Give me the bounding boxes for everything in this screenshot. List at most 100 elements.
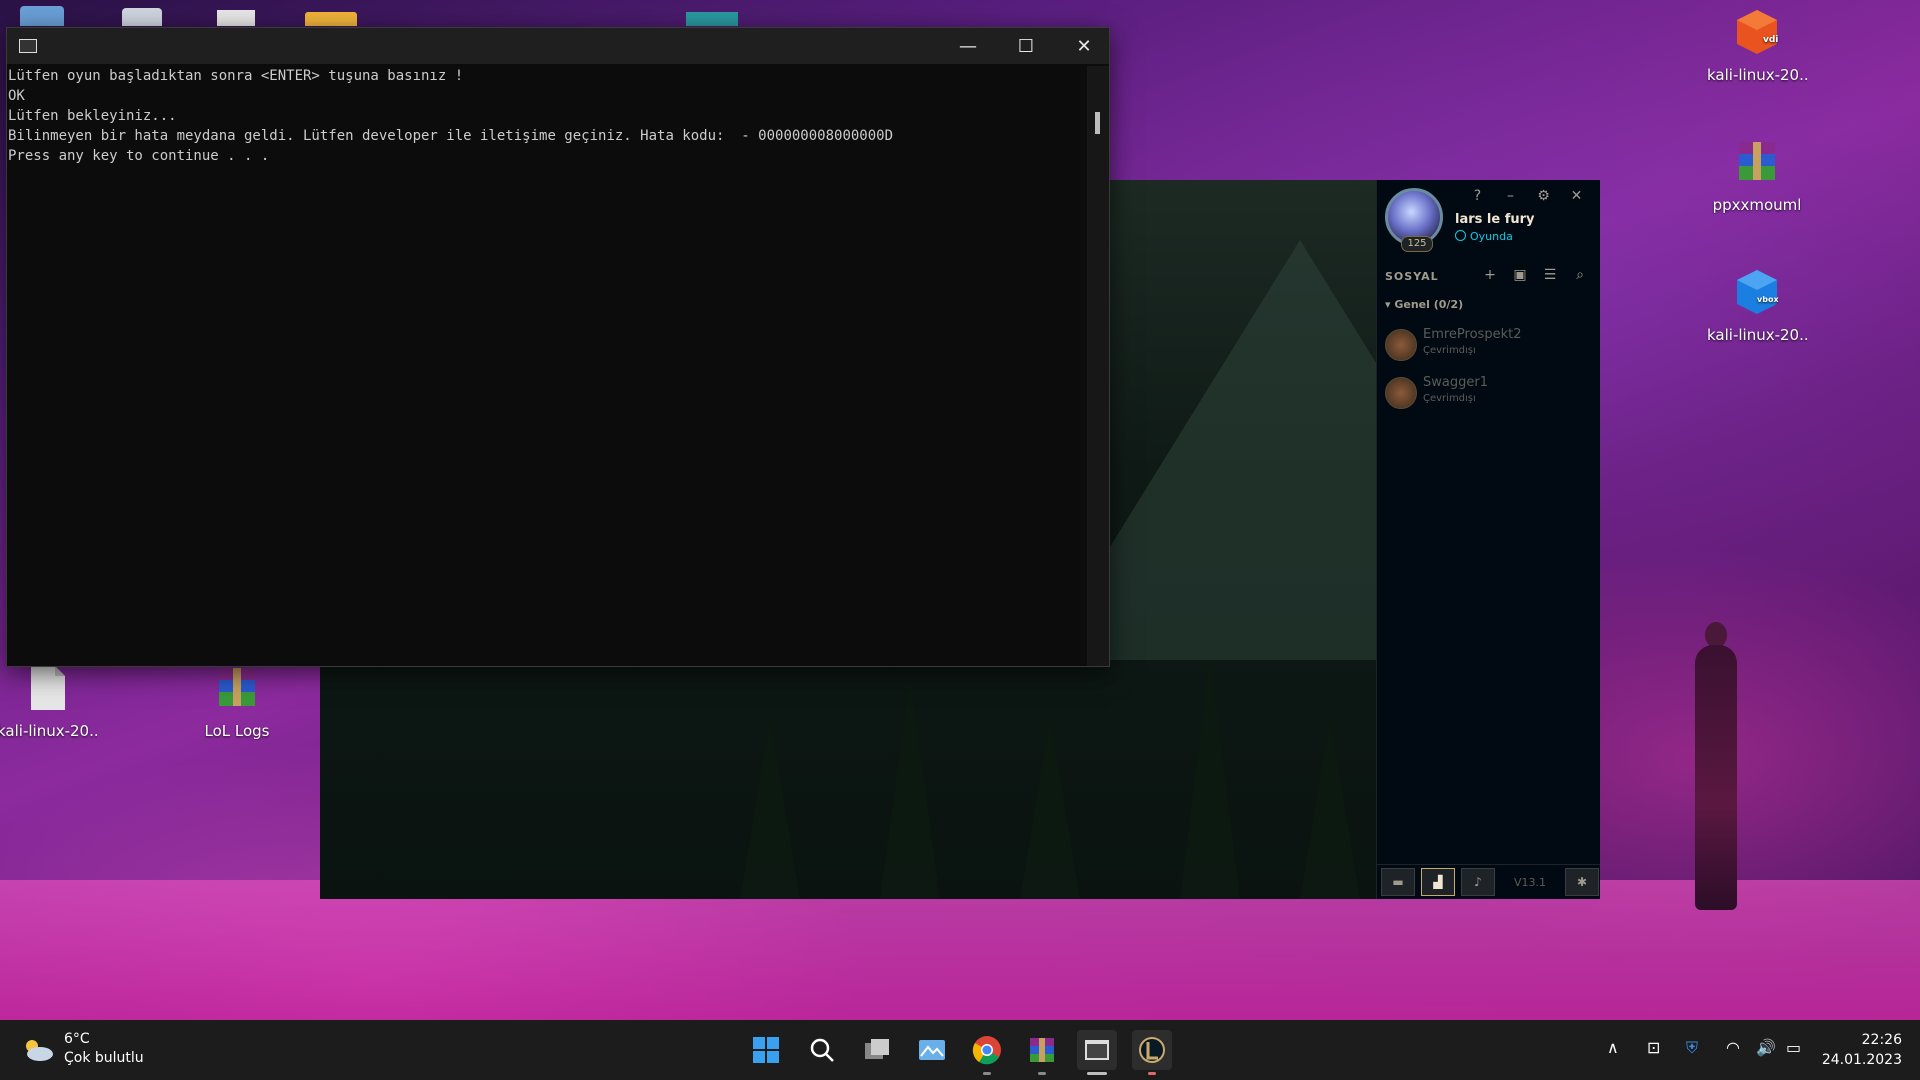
desktop-icon-kali-file[interactable]: kali-linux-20... xyxy=(0,664,97,740)
summoner-status[interactable]: Oyunda xyxy=(1455,230,1513,243)
voice-button[interactable]: ♪ xyxy=(1461,868,1495,896)
console-output[interactable]: Lütfen oyun başladıktan sonra <ENTER> tu… xyxy=(7,66,1087,666)
summoner-status-label: Oyunda xyxy=(1470,230,1513,243)
minimize-button[interactable]: — xyxy=(939,28,997,64)
chrome-icon xyxy=(972,1036,1001,1065)
client-background-tree xyxy=(1020,719,1080,899)
friend-name: EmreProspekt2 xyxy=(1423,327,1522,342)
social-icon: ▟ xyxy=(1433,875,1443,889)
desktop-icon-label: kali-linux-20... xyxy=(0,722,97,740)
friend-item[interactable]: Swagger1 Çevrimdışı xyxy=(1385,371,1595,415)
battery-icon[interactable]: ▭ xyxy=(1786,1038,1801,1057)
friend-group-label: Genel (0/2) xyxy=(1394,298,1464,311)
desktop-icon-lol-logs[interactable]: LoL Logs xyxy=(187,664,287,740)
social-title: SOSYAL xyxy=(1385,270,1439,283)
search-icon xyxy=(810,1038,834,1062)
friend-status: Çevrimdışı xyxy=(1423,345,1476,356)
weather-description: Çok bulutlu xyxy=(64,1050,144,1066)
list-view-icon[interactable]: ☰ xyxy=(1535,267,1565,283)
taskbar-app-console[interactable] xyxy=(1077,1030,1117,1070)
taskbar-app-chrome[interactable] xyxy=(967,1030,1007,1070)
console-scrollbar[interactable] xyxy=(1087,66,1109,666)
desktop-icon-partial-4[interactable] xyxy=(305,12,357,26)
console-app-icon xyxy=(19,39,37,53)
maximize-icon: ☐ xyxy=(1017,35,1035,57)
maximize-button[interactable]: ☐ xyxy=(997,28,1055,64)
help-icon[interactable]: ? xyxy=(1461,188,1494,204)
close-button[interactable]: ✕ xyxy=(1055,28,1113,64)
running-indicator xyxy=(1038,1072,1046,1075)
weather-temperature: 6°C xyxy=(64,1031,90,1047)
console-app-icon xyxy=(1085,1040,1109,1060)
friend-group-header[interactable]: ▾ Genel (0/2) xyxy=(1385,298,1463,311)
show-hidden-icons-chevron-icon[interactable]: ∧ xyxy=(1607,1038,1619,1057)
winrar-archive-icon xyxy=(219,668,255,706)
console-line: Bilinmeyen bir hata meydana geldi. Lütfe… xyxy=(8,128,894,144)
console-line: Lütfen oyun başladıktan sonra <ENTER> tu… xyxy=(8,68,464,84)
svg-text:vbox: vbox xyxy=(1757,295,1779,304)
desktop-icon-partial-1[interactable] xyxy=(20,6,64,26)
search-button[interactable] xyxy=(802,1030,842,1070)
microphone-icon: ♪ xyxy=(1474,875,1482,889)
friend-avatar xyxy=(1385,377,1417,409)
client-background-tree xyxy=(1300,719,1360,899)
svg-text:vdi: vdi xyxy=(1763,35,1778,45)
chevron-down-icon: ▾ xyxy=(1385,298,1395,311)
desktop-icon-ppxxmouml[interactable]: ppxxmouml xyxy=(1707,138,1807,214)
volume-icon[interactable]: 🔊 xyxy=(1756,1038,1776,1057)
security-shield-icon[interactable]: ⛨ xyxy=(1686,1038,1698,1058)
windows-start-icon xyxy=(753,1037,779,1063)
taskbar-app-winrar[interactable] xyxy=(1022,1030,1062,1070)
clock-time: 22:26 xyxy=(1861,1032,1902,1048)
status-dot-icon xyxy=(1455,230,1466,241)
console-titlebar[interactable]: — ☐ ✕ xyxy=(7,28,1109,64)
friend-item[interactable]: EmreProspekt2 Çevrimdışı xyxy=(1385,323,1595,367)
desktop-icon-label: kali-linux-20... xyxy=(1707,326,1807,344)
close-icon: ✕ xyxy=(1076,35,1092,57)
social-toolbar: + ▣ ☰ ⌕ xyxy=(1475,267,1595,283)
wallpaper-figure xyxy=(1695,645,1737,910)
summoner-name[interactable]: lars le fury xyxy=(1455,212,1535,227)
weather-cloud-icon xyxy=(26,1040,53,1061)
desktop-icon-partial-2[interactable] xyxy=(122,8,162,26)
meet-now-icon[interactable]: ⊡ xyxy=(1647,1038,1660,1057)
desktop-icon-kali-vbox[interactable]: vbox kali-linux-20... xyxy=(1707,268,1807,344)
taskbar-app-photos[interactable] xyxy=(912,1030,952,1070)
vbox-file-icon: vbox xyxy=(1737,270,1779,314)
file-icon xyxy=(31,666,65,710)
scrollbar-thumb[interactable] xyxy=(1095,112,1100,134)
vdi-file-icon: vdi xyxy=(1737,10,1778,54)
console-line: Press any key to continue . . . xyxy=(8,148,270,164)
wifi-icon[interactable]: ◠ xyxy=(1726,1038,1740,1057)
photos-app-icon xyxy=(919,1040,945,1060)
console-line: OK xyxy=(8,88,25,104)
client-version: V13.1 xyxy=(1513,875,1547,889)
add-folder-icon[interactable]: ▣ xyxy=(1505,267,1535,283)
friend-name: Swagger1 xyxy=(1423,375,1488,390)
active-indicator xyxy=(1087,1072,1107,1075)
taskbar-app-league[interactable] xyxy=(1132,1030,1172,1070)
desktop-icon-partial-5[interactable] xyxy=(686,12,738,26)
start-button[interactable] xyxy=(746,1030,786,1070)
search-icon[interactable]: ⌕ xyxy=(1565,267,1595,283)
desktop-icon-partial-3[interactable] xyxy=(217,10,255,26)
taskbar: 6°C Çok bulutlu ∧ ⊡ ⛨ ◠ 🔊 ▭ 22:26 24.01.… xyxy=(0,1020,1920,1080)
desktop-icon-kali-vdi[interactable]: vdi kali-linux-20... xyxy=(1707,8,1807,84)
console-window[interactable]: — ☐ ✕ Lütfen oyun başladıktan sonra <ENT… xyxy=(6,27,1110,667)
add-friend-icon[interactable]: + xyxy=(1475,267,1505,283)
task-view-button[interactable] xyxy=(857,1030,897,1070)
gear-icon[interactable]: ⚙ xyxy=(1527,188,1560,204)
clock-date: 24.01.2023 xyxy=(1821,1052,1902,1068)
winrar-icon xyxy=(1030,1038,1054,1062)
desktop-icon-label: LoL Logs xyxy=(204,722,270,740)
league-of-legends-icon xyxy=(1139,1037,1165,1063)
chat-button[interactable]: ▬ xyxy=(1381,868,1415,896)
minimize-icon[interactable]: – xyxy=(1494,188,1527,204)
wallpaper-floor xyxy=(0,880,1920,1020)
system-clock[interactable]: 22:26 24.01.2023 xyxy=(1822,1030,1902,1070)
close-icon[interactable]: ✕ xyxy=(1560,188,1593,204)
social-toggle-button[interactable]: ▟ xyxy=(1421,868,1455,896)
report-bug-button[interactable]: ✱ xyxy=(1565,868,1599,896)
bug-icon: ✱ xyxy=(1576,875,1588,889)
client-background-tree xyxy=(880,679,940,899)
